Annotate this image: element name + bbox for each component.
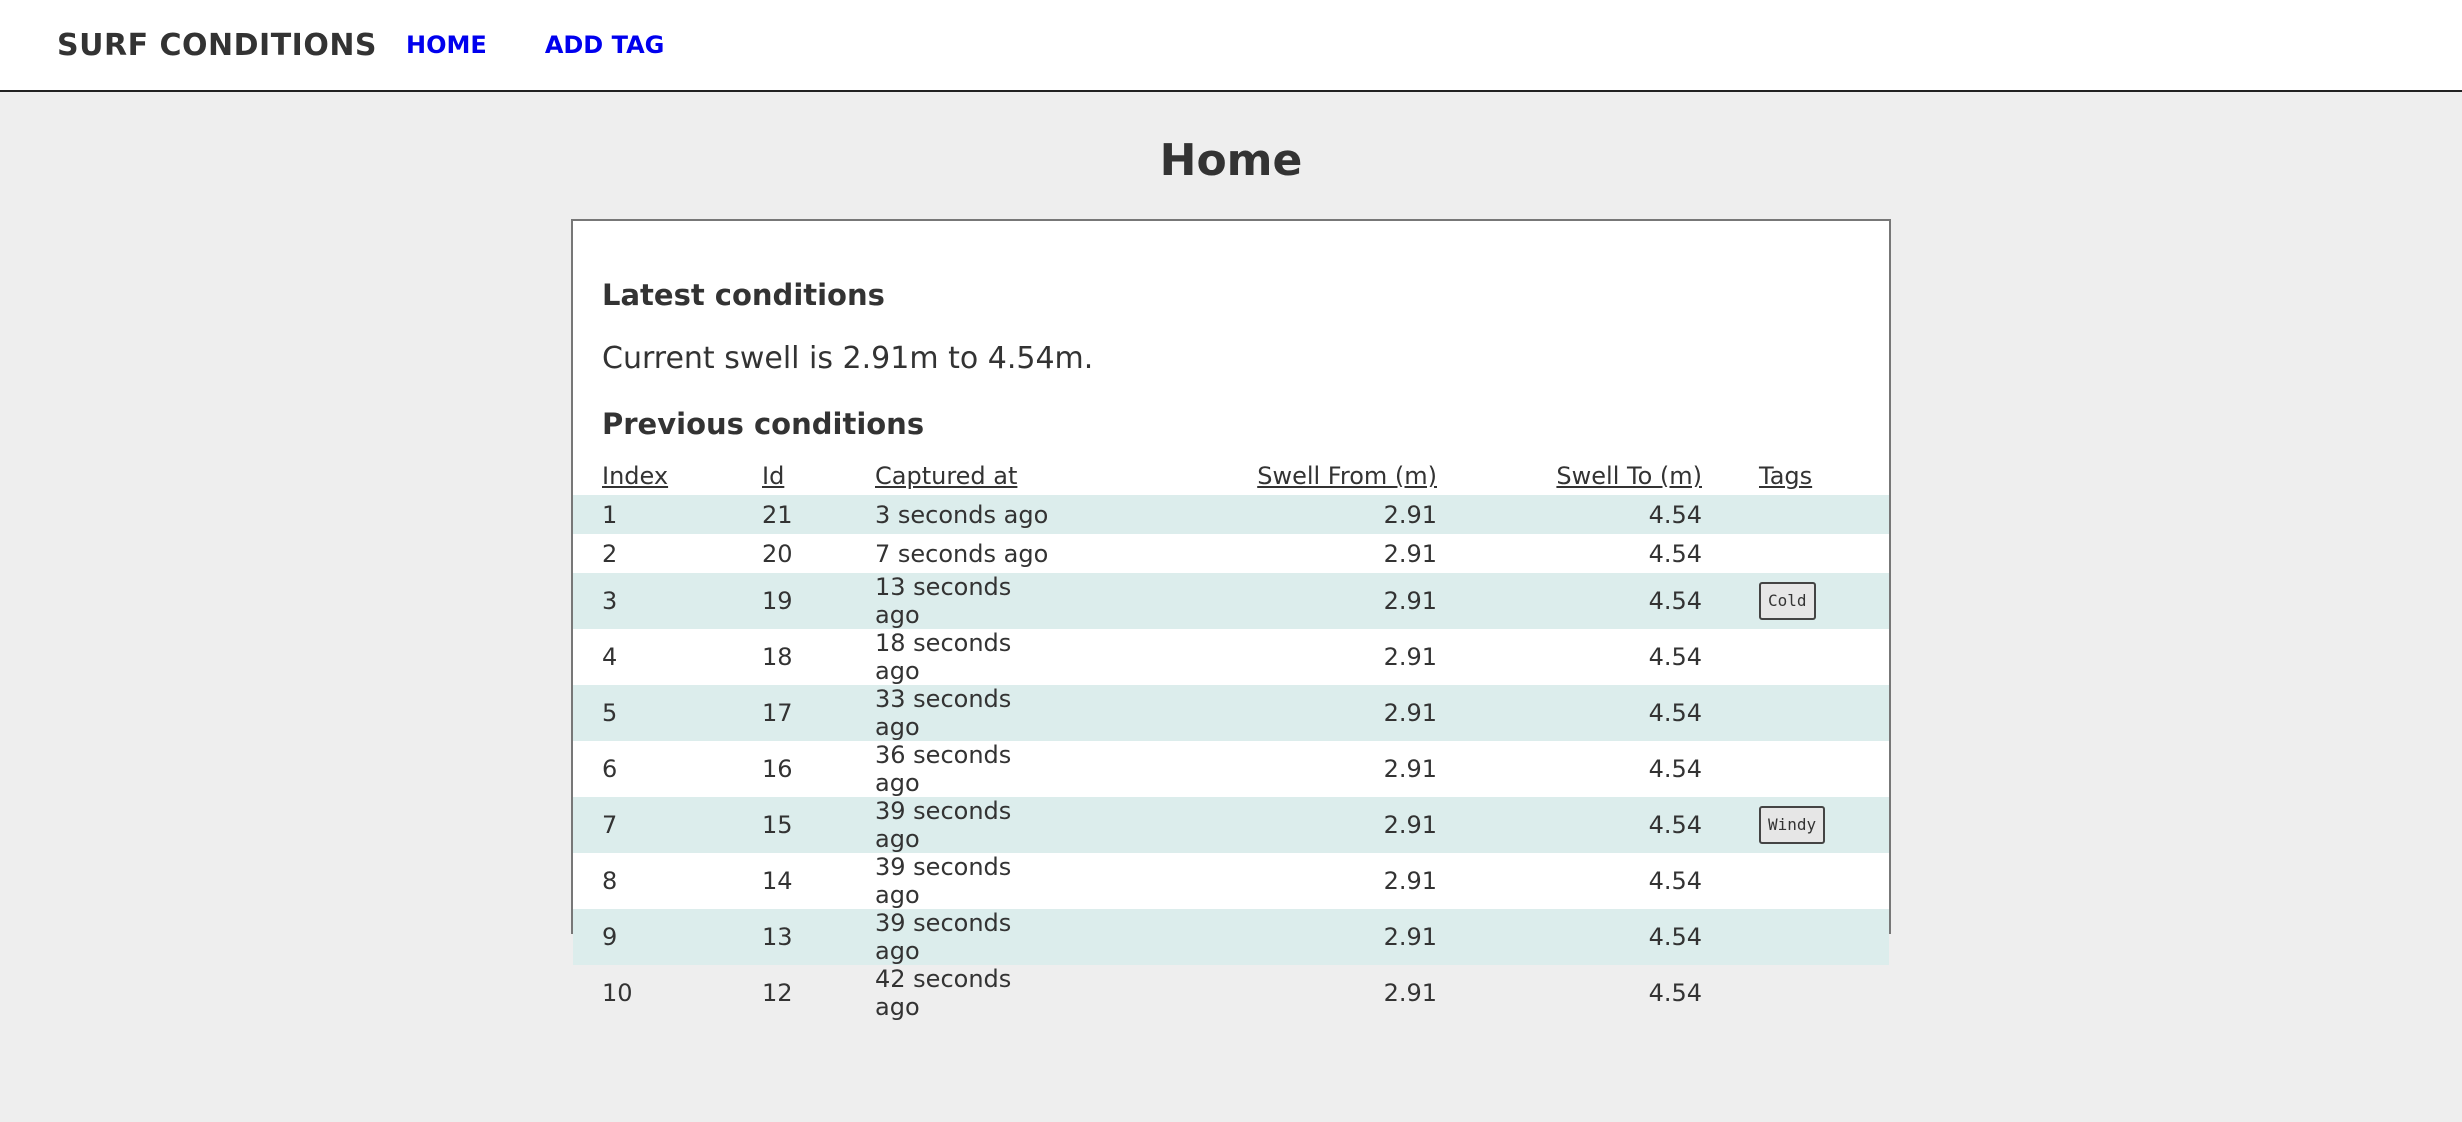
cell-index: 10 <box>602 979 633 1007</box>
table-row: 1 21 3 seconds ago 2.91 4.54 <box>573 495 1889 534</box>
cell-swell-to: 4.54 <box>1648 923 1702 951</box>
cell-index: 7 <box>602 811 618 839</box>
cell-swell-from: 2.91 <box>1383 500 1437 529</box>
table-row: 7 15 39 seconds ago 2.91 4.54 Windy <box>573 797 1889 853</box>
column-header-index[interactable]: Index <box>573 457 762 495</box>
cell-swell-to: 4.54 <box>1648 867 1702 895</box>
cell-id: 13 <box>762 923 793 951</box>
column-header-captured-at[interactable]: Captured at <box>875 457 1055 495</box>
cell-id: 14 <box>762 867 793 895</box>
cell-index: 9 <box>602 923 618 951</box>
cell-id: 18 <box>762 643 793 671</box>
cell-index: 4 <box>602 643 618 671</box>
cell-tags <box>1702 853 1889 909</box>
cell-id: 19 <box>762 587 793 615</box>
cell-captured-at: 36 seconds ago <box>875 741 1012 797</box>
cell-swell-to: 4.54 <box>1648 539 1702 568</box>
cell-index: 8 <box>602 867 618 895</box>
cell-swell-to: 4.54 <box>1648 643 1702 671</box>
table-body: 1 21 3 seconds ago 2.91 4.54 2 20 7 seconds ago… <box>573 495 1889 1021</box>
cell-tags <box>1702 629 1889 685</box>
cell-index: 5 <box>602 699 618 727</box>
cell-tags <box>1702 495 1889 534</box>
cell-index: 6 <box>602 755 618 783</box>
cell-swell-to: 4.54 <box>1648 979 1702 1007</box>
cell-tags <box>1702 685 1889 741</box>
cell-captured-at: 33 seconds ago <box>875 685 1012 741</box>
table-row: 4 18 18 seconds ago 2.91 4.54 <box>573 629 1889 685</box>
conditions-card: Latest conditions Current swell is 2.91m… <box>571 219 1891 1021</box>
cell-id: 15 <box>762 811 793 839</box>
table-row: 3 19 13 seconds ago 2.91 4.54 Cold <box>573 573 1889 629</box>
cell-swell-from: 2.91 <box>1383 539 1437 568</box>
cell-tags <box>1702 909 1889 965</box>
cell-swell-from: 2.91 <box>1383 643 1437 671</box>
table-row: 10 12 42 seconds ago 2.91 4.54 <box>573 965 1889 1021</box>
cell-swell-to: 4.54 <box>1648 587 1702 615</box>
cell-id: 16 <box>762 755 793 783</box>
table-row: 9 13 39 seconds ago 2.91 4.54 <box>573 909 1889 965</box>
cell-swell-to: 4.54 <box>1648 755 1702 783</box>
cell-index: 2 <box>602 539 618 568</box>
cell-tags: Windy <box>1702 797 1889 853</box>
cell-id: 12 <box>762 979 793 1007</box>
cell-swell-from: 2.91 <box>1383 755 1437 783</box>
cell-index: 1 <box>602 500 618 529</box>
cell-captured-at: 13 seconds ago <box>875 573 1012 629</box>
top-nav-bar: SURF CONDITIONS HOME ADD TAG <box>0 0 2462 92</box>
cell-swell-to: 4.54 <box>1648 500 1702 529</box>
site-brand: SURF CONDITIONS <box>57 27 378 63</box>
cell-captured-at: 42 seconds ago <box>875 965 1012 1021</box>
table-row: 6 16 36 seconds ago 2.91 4.54 <box>573 741 1889 797</box>
table-row: 2 20 7 seconds ago 2.91 4.54 <box>573 534 1889 573</box>
table-row: 8 14 39 seconds ago 2.91 4.54 <box>573 853 1889 909</box>
table-row: 5 17 33 seconds ago 2.91 4.54 <box>573 685 1889 741</box>
cell-tags <box>1702 741 1889 797</box>
cell-tags: Cold <box>1702 573 1889 629</box>
cell-swell-from: 2.91 <box>1383 923 1437 951</box>
column-header-swell-to[interactable]: Swell To (m) <box>1437 457 1702 495</box>
cell-captured-at: 7 seconds ago <box>875 539 1049 568</box>
cell-swell-from: 2.91 <box>1383 867 1437 895</box>
cell-index: 3 <box>602 587 618 615</box>
cell-swell-from: 2.91 <box>1383 979 1437 1007</box>
cell-captured-at: 3 seconds ago <box>875 500 1049 529</box>
page-title: Home <box>1159 135 1303 186</box>
column-header-tags[interactable]: Tags <box>1702 457 1889 495</box>
cell-captured-at: 18 seconds ago <box>875 629 1012 685</box>
previous-conditions-table: Index Id Captured at Swell From (m) Swel… <box>573 457 1889 1021</box>
cell-id: 17 <box>762 699 793 727</box>
previous-conditions-heading: Previous conditions <box>602 407 925 441</box>
cell-captured-at: 39 seconds ago <box>875 853 1012 909</box>
cell-captured-at: 39 seconds ago <box>875 797 1012 853</box>
current-swell-text: Current swell is 2.91m to 4.54m. <box>602 341 1094 376</box>
cell-captured-at: 39 seconds ago <box>875 909 1012 965</box>
cell-id: 20 <box>762 539 793 568</box>
cell-tags <box>1702 965 1889 1021</box>
nav-link-add-tag[interactable]: ADD TAG <box>545 31 665 59</box>
cell-swell-to: 4.54 <box>1648 811 1702 839</box>
tag-badge[interactable]: Cold <box>1759 582 1816 620</box>
nav-link-home[interactable]: HOME <box>406 31 487 59</box>
latest-conditions-heading: Latest conditions <box>602 278 885 312</box>
column-header-id[interactable]: Id <box>762 457 875 495</box>
cell-tags <box>1702 534 1889 573</box>
cell-swell-from: 2.91 <box>1383 699 1437 727</box>
column-header-swell-from[interactable]: Swell From (m) <box>1055 457 1437 495</box>
table-header-row: Index Id Captured at Swell From (m) Swel… <box>573 457 1889 495</box>
tag-badge[interactable]: Windy <box>1759 806 1826 844</box>
cell-swell-from: 2.91 <box>1383 811 1437 839</box>
cell-swell-from: 2.91 <box>1383 587 1437 615</box>
cell-id: 21 <box>762 500 793 529</box>
cell-swell-to: 4.54 <box>1648 699 1702 727</box>
